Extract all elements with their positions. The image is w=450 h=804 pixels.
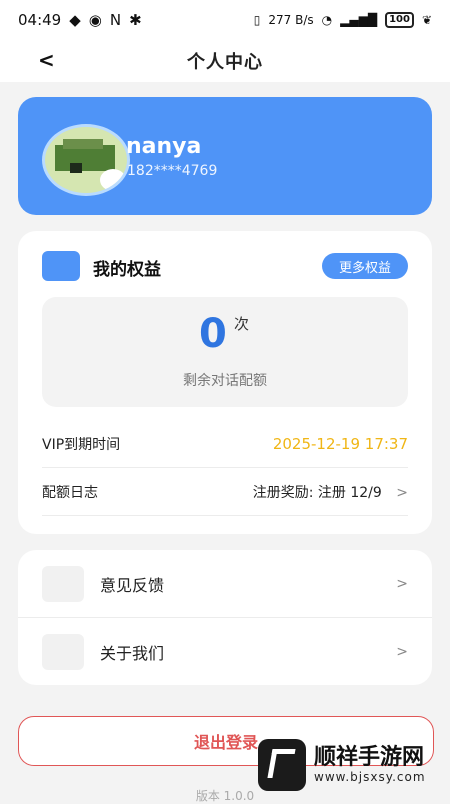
eye-icon: ◉ — [88, 11, 102, 29]
network-speed: 277 B/s — [268, 13, 314, 27]
clock: 04:49 — [18, 11, 62, 29]
phone-number: 182****4769 — [127, 163, 218, 179]
feedback-icon — [42, 565, 84, 602]
rights-card: 我的权益 更多权益 0 次 剩余对话配额 VIP到期时间 2025-12-19 … — [18, 231, 432, 534]
rights-icon — [42, 251, 80, 281]
username: nanya — [126, 134, 202, 159]
about-label: 关于我们 — [100, 643, 165, 663]
feedback-label: 意见反馈 — [100, 575, 165, 595]
watermark: 顺祥手游网 www.bjsxsy.com — [258, 735, 448, 795]
quota-count: 0 — [199, 311, 227, 357]
notification-icon: ◆ — [69, 11, 81, 29]
watermark-url: www.bjsxsy.com — [314, 770, 426, 784]
quota-unit: 次 — [234, 315, 250, 333]
feedback-item[interactable]: 意见反馈 > — [42, 550, 408, 617]
vip-expiry: 2025-12-19 17:37 — [272, 435, 408, 453]
log-label: 配额日志 — [42, 485, 98, 501]
watermark-title: 顺祥手游网 — [314, 745, 425, 770]
watermark-logo-icon — [258, 739, 306, 791]
leaf-icon: ❦ — [421, 13, 432, 27]
page-title: 个人中心 — [187, 52, 263, 73]
back-button[interactable]: < — [38, 48, 55, 72]
avatar-pixel — [70, 163, 82, 173]
about-icon — [42, 633, 84, 670]
chevron-right-icon: > — [396, 575, 408, 592]
more-rights-button[interactable]: 更多权益 — [322, 253, 408, 279]
quota-log-row[interactable]: 配额日志 注册奖励: 注册 12/9 > — [42, 469, 408, 516]
wifi-icon: ◔ — [321, 13, 333, 27]
log-value: 注册奖励: 注册 12/9 — [252, 485, 382, 501]
watermark-text: 顺祥手游网 www.bjsxsy.com — [314, 745, 426, 785]
avatar-pixel — [63, 139, 103, 149]
chevron-right-icon: > — [396, 485, 408, 501]
rights-title: 我的权益 — [93, 260, 161, 280]
status-bar: 04:49 ◆ ◉ N ✱ ▯ 277 B/s ◔ ▂▄▆█ 100 ❦ — [0, 0, 450, 40]
vip-row: VIP到期时间 2025-12-19 17:37 — [42, 421, 408, 468]
quota-box: 0 次 剩余对话配额 — [42, 297, 408, 407]
signal-icon: ▂▄▆█ — [340, 13, 378, 27]
profile-card — [18, 97, 432, 215]
avatar-badge — [100, 169, 126, 191]
bluetooth-icon: ✱ — [129, 11, 142, 29]
about-item[interactable]: 关于我们 > — [42, 618, 408, 685]
nfc-icon: N — [109, 11, 122, 29]
vip-label: VIP到期时间 — [42, 437, 121, 453]
status-right: ▯ 277 B/s ◔ ▂▄▆█ 100 ❦ — [254, 12, 432, 28]
log-value-wrap: 注册奖励: 注册 12/9 > — [253, 482, 408, 502]
avatar — [42, 124, 130, 196]
status-left: 04:49 ◆ ◉ N ✱ — [18, 11, 142, 29]
top-nav: < 个人中心 — [0, 40, 450, 82]
quota-label: 剩余对话配额 — [183, 373, 267, 389]
vibrate-icon: ▯ — [253, 13, 261, 27]
chevron-right-icon: > — [396, 643, 408, 660]
battery-indicator: 100 — [385, 12, 414, 28]
menu-card: 意见反馈 > 关于我们 > — [18, 550, 432, 685]
